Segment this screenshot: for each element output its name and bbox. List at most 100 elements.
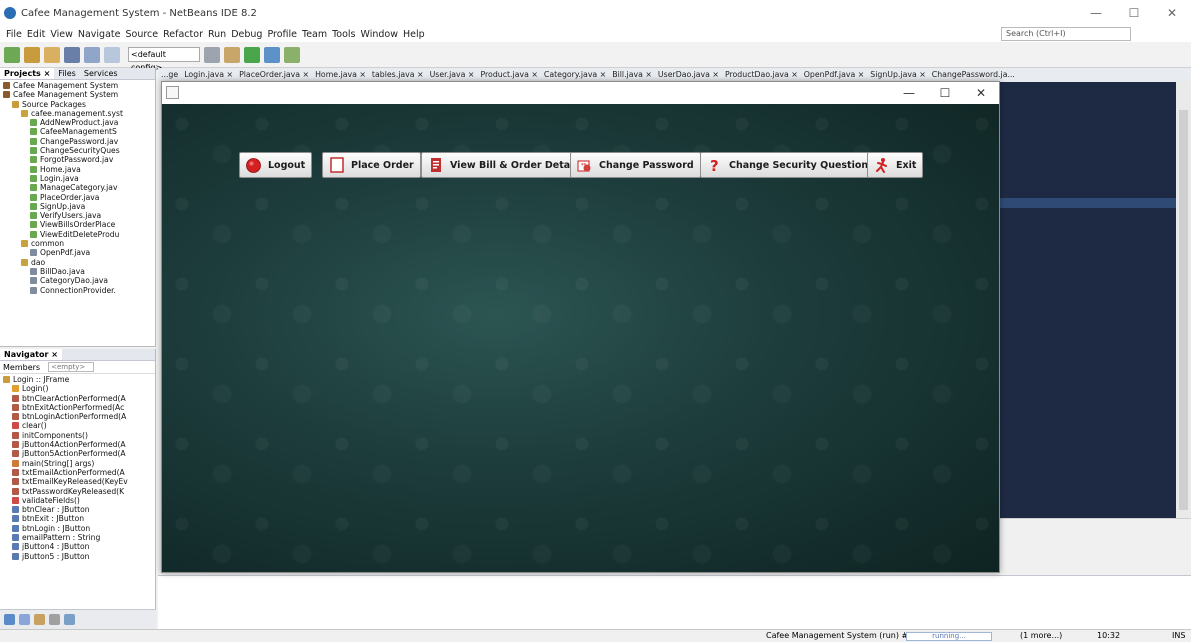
change-password-button[interactable]: ** Change Password [570, 152, 701, 178]
editor-tab[interactable]: SignUp.java × [867, 68, 929, 82]
ide-maximize-button[interactable]: ☐ [1115, 0, 1153, 26]
menu-window[interactable]: Window [361, 29, 398, 40]
tree-item[interactable]: BillDao.java [0, 267, 155, 276]
tree-item[interactable]: Login :: JFrame [0, 375, 155, 384]
profile-icon[interactable] [284, 46, 300, 63]
editor-tab[interactable]: Category.java × [541, 68, 609, 82]
tree-item[interactable]: btnExitActionPerformed(Ac [0, 403, 155, 412]
ide-minimize-button[interactable]: — [1077, 0, 1115, 26]
tree-item[interactable]: ViewBillsOrderPlace [0, 220, 155, 229]
tree-item[interactable]: Home.java [0, 165, 155, 174]
sort-name-icon[interactable] [64, 614, 75, 625]
redo-icon[interactable] [104, 46, 120, 63]
tree-item[interactable]: ViewEditDeleteProdu [0, 230, 155, 239]
tree-item[interactable]: btnExit : JButton [0, 514, 155, 523]
tree-item[interactable]: ManageCategory.jav [0, 183, 155, 192]
build-icon[interactable] [204, 46, 220, 63]
filter-static-icon[interactable] [19, 614, 30, 625]
menu-file[interactable]: File [6, 29, 22, 40]
tree-item[interactable]: emailPattern : String [0, 533, 155, 542]
new-project-icon[interactable] [24, 46, 40, 63]
tree-item[interactable]: Cafee Management System [0, 81, 155, 90]
config-select[interactable]: <default config> [128, 47, 200, 72]
app-close-button[interactable]: ✕ [963, 82, 999, 104]
menu-help[interactable]: Help [403, 29, 425, 40]
output-window[interactable] [158, 575, 1191, 629]
tree-item[interactable]: txtEmailActionPerformed(A [0, 468, 155, 477]
tree-item[interactable]: Login.java [0, 174, 155, 183]
menu-refactor[interactable]: Refactor [163, 29, 203, 40]
tree-item[interactable]: jButton4ActionPerformed(A [0, 440, 155, 449]
logout-button[interactable]: Logout [239, 152, 313, 178]
debug-icon[interactable] [264, 46, 280, 63]
tree-item[interactable]: cafee.management.syst [0, 109, 155, 118]
tree-item[interactable]: Login() [0, 384, 155, 393]
ide-search-input[interactable]: Search (Ctrl+I) [1001, 27, 1131, 41]
menu-debug[interactable]: Debug [231, 29, 262, 40]
projects-tab-1[interactable]: Files [54, 68, 80, 79]
menu-view[interactable]: View [50, 29, 73, 40]
tree-item[interactable]: ForgotPassword.jav [0, 155, 155, 164]
members-filter-select[interactable]: <empty> [48, 362, 95, 372]
tree-item[interactable]: CafeeManagementS [0, 127, 155, 136]
tree-item[interactable]: Source Packages [0, 100, 155, 109]
undo-icon[interactable] [84, 46, 100, 63]
more-tasks-label[interactable]: (1 more...) [1020, 630, 1062, 642]
tree-item[interactable]: VerifyUsers.java [0, 211, 155, 220]
filter-fields-icon[interactable] [4, 614, 15, 625]
clean-build-icon[interactable] [224, 46, 240, 63]
editor-tab[interactable]: tables.java × [369, 68, 427, 82]
tree-item[interactable]: Cafee Management System [0, 90, 155, 99]
editor-tab[interactable]: Product.java × [477, 68, 540, 82]
navigator-tab-label[interactable]: Navigator × [0, 349, 62, 360]
ide-close-button[interactable]: ✕ [1153, 0, 1191, 26]
view-bill-button[interactable]: View Bill & Order Details [421, 152, 590, 178]
open-project-icon[interactable] [44, 46, 60, 63]
tree-item[interactable]: jButton5ActionPerformed(A [0, 449, 155, 458]
editor-tab[interactable]: OpenPdf.java × [801, 68, 867, 82]
editor-scrollbar-thumb[interactable] [1179, 110, 1188, 510]
menu-edit[interactable]: Edit [27, 29, 45, 40]
tree-item[interactable]: txtEmailKeyReleased(KeyEv [0, 477, 155, 486]
tree-item[interactable]: initComponents() [0, 431, 155, 440]
new-file-icon[interactable] [4, 46, 20, 63]
save-all-icon[interactable] [64, 46, 80, 63]
editor-tab[interactable]: UserDao.java × [655, 68, 722, 82]
tree-item[interactable]: CategoryDao.java [0, 276, 155, 285]
menu-run[interactable]: Run [208, 29, 226, 40]
change-security-questions-button[interactable]: ? Change Security Questions [700, 152, 881, 178]
tree-item[interactable]: ChangePassword.jav [0, 137, 155, 146]
tree-item[interactable]: btnClearActionPerformed(A [0, 394, 155, 403]
editor-tab[interactable]: Login.java × [181, 68, 236, 82]
menu-profile[interactable]: Profile [267, 29, 297, 40]
editor-tab[interactable]: User.java × [427, 68, 478, 82]
tree-item[interactable]: SignUp.java [0, 202, 155, 211]
tree-item[interactable]: ConnectionProvider. [0, 286, 155, 295]
run-progress-bar[interactable]: running... [906, 632, 992, 641]
projects-tab-0[interactable]: Projects × [0, 68, 55, 79]
editor-tab[interactable]: ...ge [158, 68, 181, 82]
editor-tab[interactable]: Bill.java × [609, 68, 655, 82]
filter-nonpublic-icon[interactable] [34, 614, 45, 625]
projects-tab-2[interactable]: Services [80, 68, 122, 79]
tree-item[interactable]: ChangeSecurityQues [0, 146, 155, 155]
menu-team[interactable]: Team [302, 29, 327, 40]
exit-button[interactable]: Exit [867, 152, 924, 178]
editor-tab[interactable]: PlaceOrder.java × [236, 68, 312, 82]
tree-item[interactable]: jButton4 : JButton [0, 542, 155, 551]
filter-inherited-icon[interactable] [49, 614, 60, 625]
tree-item[interactable]: AddNewProduct.java [0, 118, 155, 127]
tree-item[interactable]: btnLogin : JButton [0, 524, 155, 533]
editor-tab[interactable]: ProductDao.java × [722, 68, 801, 82]
menu-navigate[interactable]: Navigate [78, 29, 121, 40]
tree-item[interactable]: PlaceOrder.java [0, 193, 155, 202]
tree-item[interactable]: OpenPdf.java [0, 248, 155, 257]
editor-tab[interactable]: ChangePassword.ja... [929, 68, 1018, 82]
editor-tab[interactable]: Home.java × [312, 68, 369, 82]
tree-item[interactable]: validateFields() [0, 496, 155, 505]
menu-source[interactable]: Source [125, 29, 158, 40]
app-minimize-button[interactable]: — [891, 82, 927, 104]
tree-item[interactable]: common [0, 239, 155, 248]
tree-item[interactable]: btnClear : JButton [0, 505, 155, 514]
app-maximize-button[interactable]: ☐ [927, 82, 963, 104]
